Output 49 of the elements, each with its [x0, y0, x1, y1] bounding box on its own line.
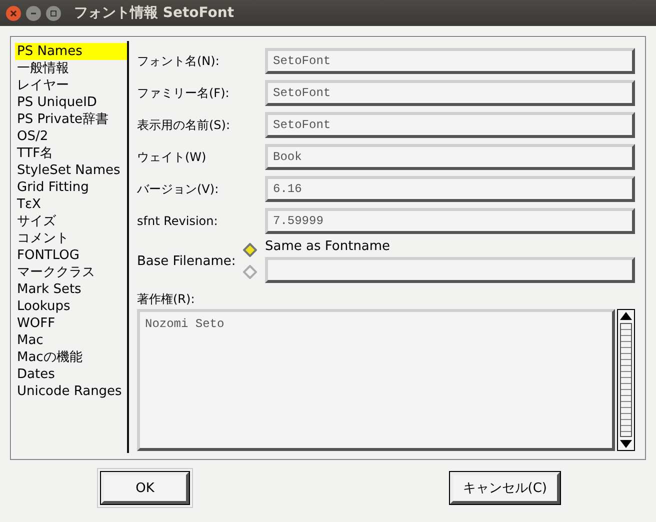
sidebar-item[interactable]: PS Private辞書: [15, 111, 127, 128]
sidebar-item[interactable]: Mark Sets: [15, 281, 127, 298]
input-field[interactable]: SetoFont: [265, 112, 635, 138]
minimize-icon[interactable]: [26, 6, 41, 20]
field-label: 著作権(R):: [137, 291, 196, 308]
sidebar-item[interactable]: StyleSet Names: [15, 162, 127, 179]
sidebar-item[interactable]: OS/2: [15, 128, 127, 145]
scrollbar[interactable]: [617, 309, 635, 451]
scroll-up-icon[interactable]: [620, 312, 632, 320]
radio-button[interactable]: [243, 265, 257, 279]
field-label: ウェイト(W): [137, 148, 208, 166]
field-label: フォント名(N):: [137, 52, 220, 70]
sidebar-item[interactable]: Lookups: [15, 298, 127, 315]
sidebar-item[interactable]: PS Names: [15, 43, 127, 60]
input-field[interactable]: SetoFont: [265, 48, 635, 74]
field-label: 表示用の名前(S):: [137, 116, 232, 134]
input-field[interactable]: 6.16: [265, 176, 635, 202]
input-field[interactable]: Book: [265, 144, 635, 170]
radio-button[interactable]: [243, 243, 257, 257]
sidebar-item[interactable]: コメント: [15, 230, 127, 247]
field-label: sfnt Revision:: [137, 214, 219, 228]
ok-button[interactable]: OK: [101, 472, 189, 504]
sidebar-item[interactable]: Unicode Ranges: [15, 383, 127, 400]
sidebar-item[interactable]: WOFF: [15, 315, 127, 332]
sidebar-item[interactable]: TTF名: [15, 145, 127, 162]
sidebar-item[interactable]: レイヤー: [15, 77, 127, 94]
sidebar-item[interactable]: マーククラス: [15, 264, 127, 281]
sidebar-item[interactable]: Macの機能: [15, 349, 127, 366]
cancel-button[interactable]: キャンセル(C): [450, 472, 560, 504]
field-label: ファミリー名(F):: [137, 84, 230, 102]
sidebar-item[interactable]: PS UniqueID: [15, 94, 127, 111]
sidebar-item[interactable]: サイズ: [15, 213, 127, 230]
sidebar-item[interactable]: 一般情報: [15, 60, 127, 77]
close-icon[interactable]: [6, 6, 21, 20]
text-area[interactable]: Nozomi Seto: [137, 309, 615, 451]
scroll-down-icon[interactable]: [620, 440, 632, 448]
sidebar-item[interactable]: FONTLOG: [15, 247, 127, 264]
input-field[interactable]: 7.59999: [265, 208, 635, 234]
input-field[interactable]: SetoFont: [265, 80, 635, 106]
sidebar-item[interactable]: Mac: [15, 332, 127, 349]
sidebar-item[interactable]: TεX: [15, 196, 127, 213]
sidebar-item[interactable]: Dates: [15, 366, 127, 383]
field-label: Base Filename:: [137, 254, 237, 268]
input-field[interactable]: [265, 257, 635, 283]
window-title: フォント情報 SetoFont: [74, 4, 234, 22]
sidebar-item[interactable]: Grid Fitting: [15, 179, 127, 196]
radio-label[interactable]: Same as Fontname: [265, 239, 635, 254]
field-label: バージョン(V):: [137, 180, 220, 198]
maximize-icon[interactable]: [46, 6, 61, 20]
